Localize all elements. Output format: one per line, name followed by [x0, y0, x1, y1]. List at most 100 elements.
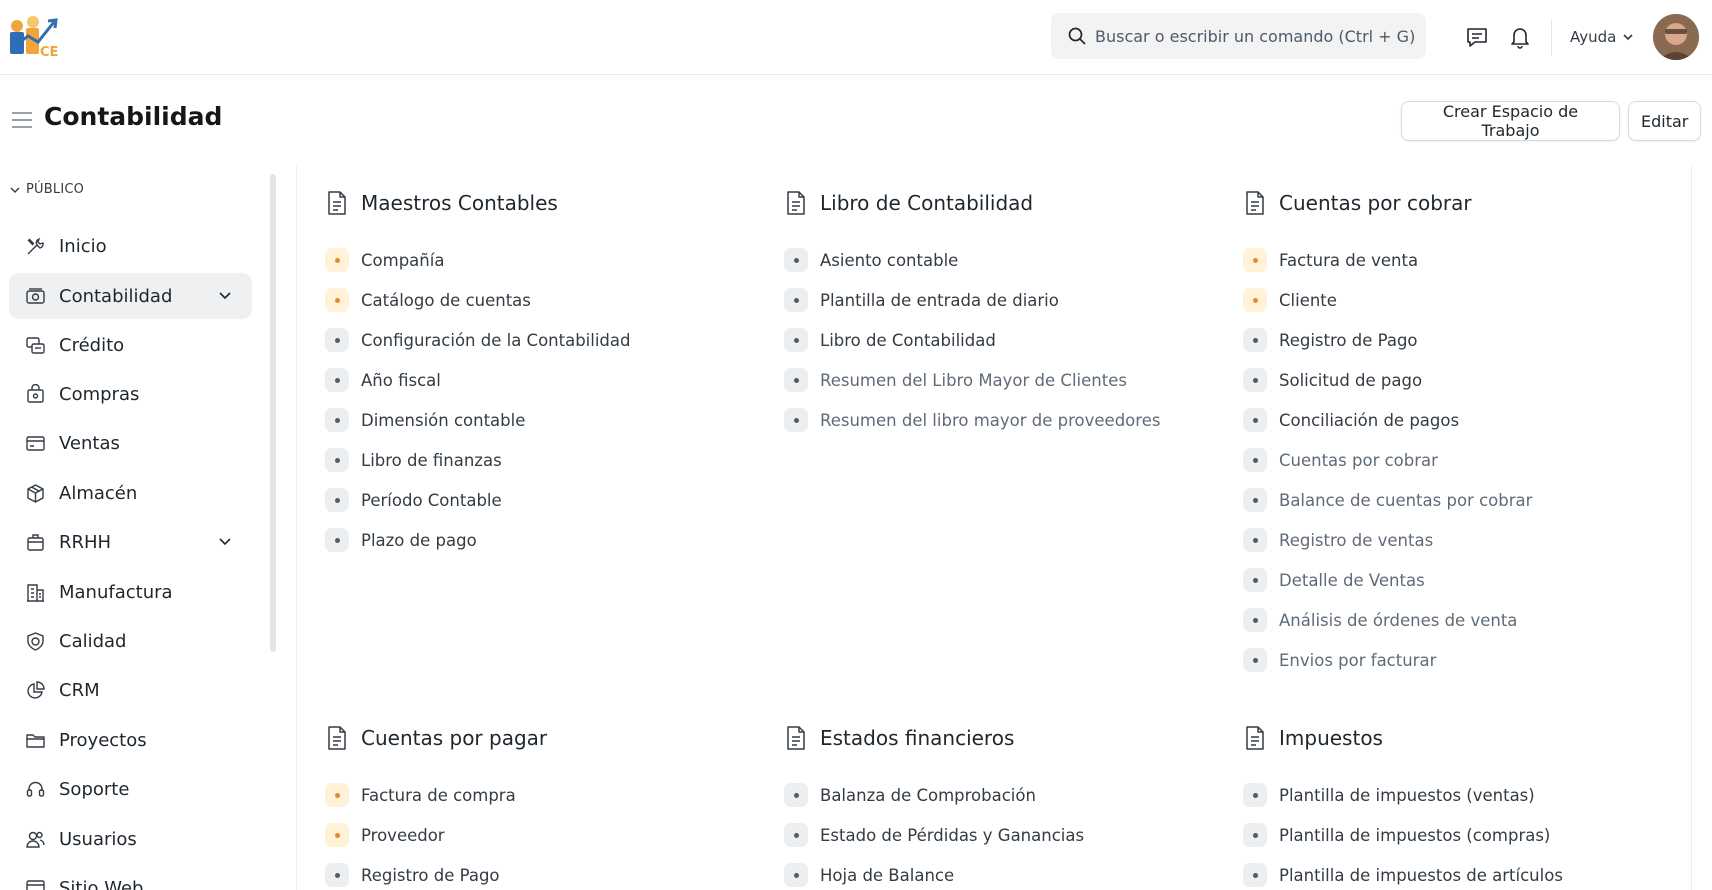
link-factura-de-compra[interactable]: Factura de compra: [325, 782, 516, 808]
sidebar-item-label: Almacén: [59, 483, 138, 504]
help-label: Ayuda: [1570, 28, 1617, 46]
sidebar-item-label: Compras: [59, 384, 140, 405]
link-libro-de-finanzas[interactable]: Libro de finanzas: [325, 447, 502, 473]
chevron-down-icon[interactable]: [218, 536, 232, 548]
sidebar-item-inicio[interactable]: Inicio: [9, 223, 252, 269]
sidebar-section-label: PÚBLICO: [26, 182, 85, 197]
search-input[interactable]: [1095, 13, 1415, 59]
link-label: Hoja de Balance: [820, 865, 955, 885]
sidebar-item-sitio-web[interactable]: Sitio Web: [9, 865, 252, 890]
link-bullet: [325, 448, 349, 472]
link-label: Resumen del libro mayor de proveedores: [820, 410, 1161, 430]
link-label: Cuentas por cobrar: [1279, 450, 1438, 470]
card-estados-financieros: Estados financieros Balanza de Comprobac…: [756, 701, 1196, 890]
sidebar-item-credito[interactable]: Crédito: [9, 322, 252, 368]
link-envios-por-facturar[interactable]: Envios por facturar: [1243, 647, 1436, 673]
help-dropdown[interactable]: Ayuda: [1570, 24, 1634, 50]
link-bullet: [1243, 328, 1267, 352]
sales-icon: [26, 436, 45, 451]
sidebar-item-ventas[interactable]: Ventas: [9, 420, 252, 466]
link-plazo-de-pago[interactable]: Plazo de pago: [325, 527, 477, 553]
link-configuracion-contabilidad[interactable]: Configuración de la Contabilidad: [325, 327, 631, 353]
link-label: Asiento contable: [820, 250, 959, 270]
quality-icon: [27, 632, 44, 651]
card-header: Libro de Contabilidad: [784, 190, 1033, 216]
link-estado-perdidas-ganancias[interactable]: Estado de Pérdidas y Ganancias: [784, 822, 1084, 848]
link-bullet: [784, 328, 808, 352]
search-bar[interactable]: [1051, 13, 1426, 59]
sidebar-item-proyectos[interactable]: Proyectos: [9, 717, 252, 763]
link-bullet: [325, 328, 349, 352]
link-balanza-de-comprobacion[interactable]: Balanza de Comprobación: [784, 782, 1036, 808]
link-label: Plantilla de entrada de diario: [820, 290, 1059, 310]
edit-button[interactable]: Editar: [1628, 101, 1701, 141]
link-bullet: [1243, 288, 1267, 312]
tools-icon: [27, 237, 44, 255]
link-conciliacion-de-pagos[interactable]: Conciliación de pagos: [1243, 407, 1459, 433]
sidebar-item-label: Sitio Web: [59, 878, 144, 890]
card-title: Libro de Contabilidad: [820, 191, 1034, 215]
link-bullet: [325, 783, 349, 807]
link-catalogo-de-cuentas[interactable]: Catálogo de cuentas: [325, 287, 531, 313]
link-plantilla-impuestos-ventas[interactable]: Plantilla de impuestos (ventas): [1243, 782, 1535, 808]
sidebar-section-public[interactable]: PÚBLICO: [10, 182, 84, 197]
app-logo[interactable]: CE: [8, 14, 64, 60]
link-plantilla-impuestos-compras[interactable]: Plantilla de impuestos (compras): [1243, 822, 1550, 848]
sidebar-item-contabilidad[interactable]: Contabilidad: [9, 273, 252, 319]
page-header: Contabilidad Crear Espacio de Trabajo Ed…: [0, 76, 1712, 166]
sidebar-scrollbar[interactable]: [270, 174, 276, 652]
link-detalle-de-ventas[interactable]: Detalle de Ventas: [1243, 567, 1425, 593]
link-registro-de-pago-ap[interactable]: Registro de Pago: [325, 862, 500, 888]
link-label: Registro de ventas: [1279, 530, 1434, 550]
link-plantilla-entrada-diario[interactable]: Plantilla de entrada de diario: [784, 287, 1059, 313]
link-label: Factura de compra: [361, 785, 516, 805]
workspace-content: Maestros Contables Compañía Catálogo de …: [296, 166, 1692, 890]
link-factura-de-venta[interactable]: Factura de venta: [1243, 247, 1418, 273]
link-resumen-libro-mayor-proveedores[interactable]: Resumen del libro mayor de proveedores: [784, 407, 1160, 433]
user-avatar[interactable]: [1653, 14, 1699, 60]
link-bullet: [325, 863, 349, 887]
link-asiento-contable[interactable]: Asiento contable: [784, 247, 958, 273]
link-resumen-libro-mayor-clientes[interactable]: Resumen del Libro Mayor de Clientes: [784, 367, 1127, 393]
link-label: Cliente: [1279, 290, 1337, 310]
link-hoja-de-balance[interactable]: Hoja de Balance: [784, 862, 954, 888]
link-periodo-contable[interactable]: Período Contable: [325, 487, 502, 513]
link-balance-cuentas-por-cobrar[interactable]: Balance de cuentas por cobrar: [1243, 487, 1532, 513]
link-registro-de-pago[interactable]: Registro de Pago: [1243, 327, 1418, 353]
sidebar-item-soporte[interactable]: Soporte: [9, 766, 252, 812]
chat-icon[interactable]: [1464, 24, 1490, 50]
create-workspace-button[interactable]: Crear Espacio de Trabajo: [1401, 101, 1620, 141]
link-plantilla-impuestos-articulos[interactable]: Plantilla de impuestos de artículos: [1243, 862, 1563, 888]
sidebar-item-calidad[interactable]: Calidad: [9, 618, 252, 664]
card-title: Maestros Contables: [361, 191, 558, 215]
link-dimension-contable[interactable]: Dimensión contable: [325, 407, 525, 433]
chevron-down-icon[interactable]: [218, 290, 232, 302]
link-compania[interactable]: Compañía: [325, 247, 444, 273]
link-analisis-ordenes-de-venta[interactable]: Análisis de órdenes de venta: [1243, 607, 1517, 633]
hamburger-menu-icon[interactable]: [11, 111, 33, 129]
navbar-divider: [1551, 20, 1552, 56]
sidebar-item-crm[interactable]: CRM: [9, 667, 252, 713]
link-solicitud-de-pago[interactable]: Solicitud de pago: [1243, 367, 1422, 393]
sidebar-item-usuarios[interactable]: Usuarios: [9, 816, 252, 862]
sidebar-item-compras[interactable]: Compras: [9, 371, 252, 417]
link-bullet: [1243, 368, 1267, 392]
sidebar-item-almacen[interactable]: Almacén: [9, 470, 252, 516]
link-proveedor[interactable]: Proveedor: [325, 822, 445, 848]
sidebar-item-label: Usuarios: [59, 829, 137, 850]
link-bullet: [784, 823, 808, 847]
link-bullet: [325, 488, 349, 512]
link-cliente[interactable]: Cliente: [1243, 287, 1337, 313]
link-label: Registro de Pago: [1279, 330, 1418, 350]
link-ano-fiscal[interactable]: Año fiscal: [325, 367, 441, 393]
notification-bell-icon[interactable]: [1507, 24, 1533, 50]
link-label: Año fiscal: [361, 370, 441, 390]
link-bullet: [325, 528, 349, 552]
sidebar-item-rrhh[interactable]: RRHH: [9, 519, 252, 565]
sidebar-item-manufactura[interactable]: Manufactura: [9, 569, 252, 615]
sidebar-item-label: CRM: [59, 680, 100, 701]
link-registro-de-ventas[interactable]: Registro de ventas: [1243, 527, 1433, 553]
link-bullet: [1243, 608, 1267, 632]
link-libro-de-contabilidad[interactable]: Libro de Contabilidad: [784, 327, 996, 353]
link-cuentas-por-cobrar-report[interactable]: Cuentas por cobrar: [1243, 447, 1438, 473]
